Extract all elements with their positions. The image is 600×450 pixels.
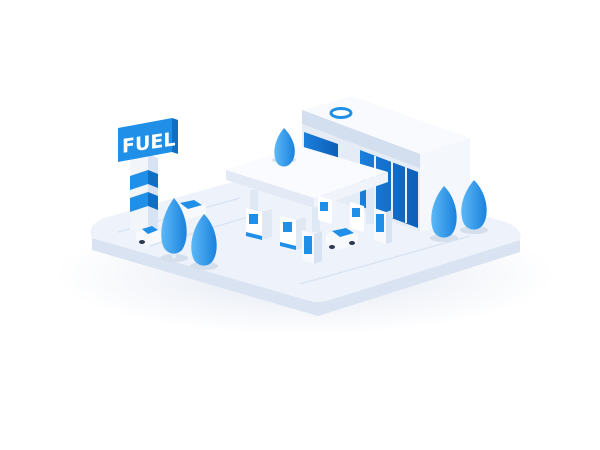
fuel-pump-1 [246, 208, 272, 240]
roof-logo-icon [329, 107, 353, 119]
fuel-pump-3 [318, 196, 332, 224]
fuel-pump-4 [350, 202, 364, 232]
tree-3 [272, 128, 296, 167]
scene-svg: FUEL [55, 96, 555, 335]
fuel-station-illustration: FUEL [0, 0, 600, 450]
fuel-dispenser-right [374, 208, 392, 244]
fuel-dispenser-front [302, 230, 322, 264]
